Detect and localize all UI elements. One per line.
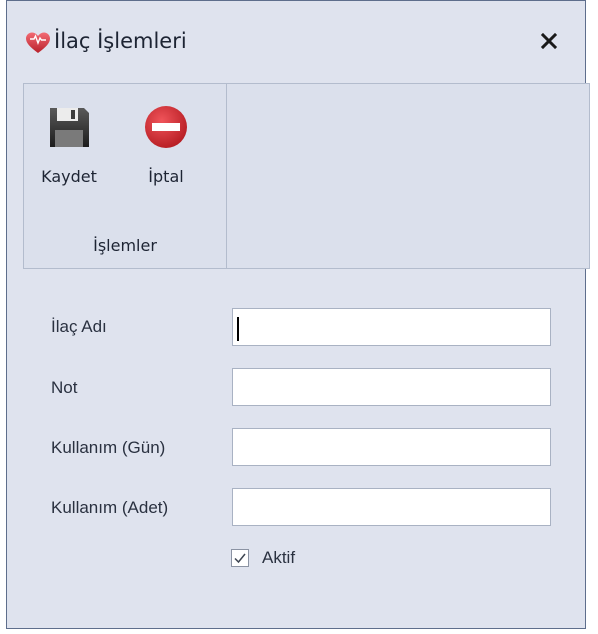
note-label: Not	[51, 378, 78, 397]
active-label: Aktif	[262, 548, 296, 567]
usage-count-label: Kullanım (Adet)	[51, 498, 169, 517]
usage-days-label: Kullanım (Gün)	[51, 438, 166, 457]
ribbon-group-label: İşlemler	[93, 236, 157, 255]
ribbon-group-islemler: Kaydet İptal İşlemler	[24, 84, 227, 268]
title-bar[interactable]: İlaç İşlemleri	[7, 1, 585, 83]
close-button[interactable]	[537, 28, 561, 54]
cancel-button[interactable]: İptal	[134, 104, 198, 186]
checkbox-box[interactable]	[231, 549, 249, 567]
dialog-window: İlaç İşlemleri Kaydet İptal İşlemler İla…	[6, 0, 590, 629]
text-caret	[237, 317, 239, 341]
note-input[interactable]	[232, 368, 551, 406]
stop-sign-icon	[143, 104, 189, 150]
checkmark-icon	[234, 553, 246, 564]
save-button[interactable]: Kaydet	[37, 104, 101, 186]
heart-icon	[25, 31, 51, 55]
cancel-label: İptal	[148, 167, 184, 186]
drug-name-input[interactable]	[232, 308, 551, 346]
drug-name-label: İlaç Adı	[51, 317, 107, 336]
usage-days-input[interactable]	[232, 428, 551, 466]
floppy-disk-icon	[46, 104, 92, 150]
save-label: Kaydet	[41, 167, 97, 186]
window-title: İlaç İşlemleri	[54, 29, 187, 53]
close-icon	[540, 32, 558, 50]
ribbon-toolbar: Kaydet İptal İşlemler	[23, 83, 590, 269]
usage-count-input[interactable]	[232, 488, 551, 526]
